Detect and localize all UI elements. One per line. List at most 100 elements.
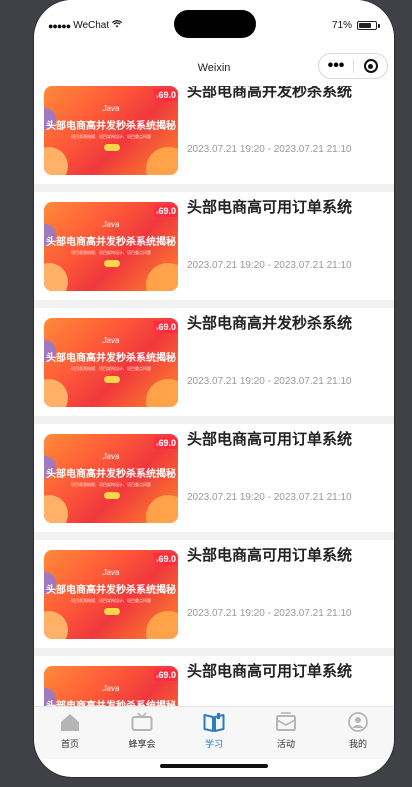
dynamic-island [174,10,256,38]
decoration-shape [44,495,68,523]
tab-label: 蜂享会 [128,739,156,749]
price-badge: ¥69.0 [154,437,178,449]
tab-study[interactable]: 学习 [178,707,250,759]
thumbnail-language: Java [102,568,120,577]
course-card[interactable]: ¥69.0 Java 头部电商高并发秒杀系统揭秘项目背景梳理、项目架构设计、项目重点… [34,308,394,416]
course-time: 2023.07.21 19:20 - 2023.07.21 21:10 [187,492,352,503]
status-right: 71% [332,20,380,31]
thumbnail-subtitle: 项目背景梳理、项目架构设计、项目重点问题 [71,134,151,139]
decoration-shape [44,263,68,291]
price-value: 69.0 [158,670,176,680]
mascot-graphic [104,492,120,499]
wifi-icon [112,20,123,31]
tab-home[interactable]: 首页 [34,707,106,759]
battery-icon [357,21,377,30]
tab-label: 首页 [60,739,79,749]
course-card[interactable]: ¥69.0 Java 头部电商高并发秒杀系统揭秘项目背景梳理、项目架构设计、项目重点… [34,192,394,300]
status-left: ●●●●● WeChat [48,20,123,31]
miniprogram-capsule: ••• [318,53,388,79]
price-value: 69.0 [158,206,176,216]
course-time: 2023.07.21 19:20 - 2023.07.21 21:10 [187,260,352,271]
course-card[interactable]: ¥69.0 Java 头部电商高并发秒杀系统揭秘项目背景梳理、项目架构设计、项目重点… [34,86,394,184]
decoration-shape [146,379,178,407]
price-badge: ¥69.0 [154,89,178,101]
thumbnail-headline: 头部电商高并发秒杀系统揭秘 [46,237,176,248]
course-time: 2023.07.21 19:20 - 2023.07.21 21:10 [187,144,352,155]
mascot-graphic [104,144,120,151]
home-icon [61,714,79,731]
course-thumbnail: ¥69.0 Java 头部电商高并发秒杀系统揭秘项目背景梳理、项目架构设计、项目重点… [44,318,178,407]
thumbnail-headline: 头部电商高并发秒杀系统揭秘 [46,469,176,480]
price-value: 69.0 [158,438,176,448]
thumbnail-subtitle: 项目背景梳理、项目架构设计、项目重点问题 [71,598,151,603]
signal-icon: ●●●●● [48,20,71,31]
thumbnail-language: Java [102,104,120,113]
tab-label: 我的 [348,739,367,749]
mascot-graphic [104,608,120,615]
course-card[interactable]: ¥69.0Java头部电商高并发秒杀系统揭秘项目背景梳理、项目架构设计、项目重点… [34,656,394,706]
course-thumbnail: ¥69.0 Java 头部电商高并发秒杀系统揭秘项目背景梳理、项目架构设计、项目重点… [44,202,178,291]
thumbnail-headline: 头部电商高并发秒杀系统揭秘 [44,697,178,706]
decoration-shape [44,147,68,175]
tab-mine[interactable]: 我的 [322,707,394,759]
thumbnail-subtitle: 项目背景梳理、项目架构设计、项目重点问题 [71,250,151,255]
thumbnail-headline: 头部电商高并发秒杀系统揭秘 [46,585,176,596]
nav-bar: Weixin ••• [34,46,394,86]
course-title: 头部电商高可用订单系统 [187,431,353,448]
thumbnail-headline: 头部电商高并发秒杀系统揭秘 [46,353,176,364]
course-thumbnail: ¥69.0 Java 头部电商高并发秒杀系统揭秘项目背景梳理、项目架构设计、项目重点… [44,86,178,175]
battery-percent: 71% [331,20,352,31]
tab-bar: 首页 蜂享会 学习 活动 我的 [34,706,394,759]
price-badge: ¥69.0 [154,321,178,333]
close-miniprogram-button[interactable] [354,59,387,73]
course-title: 头部电商高可用订单系统 [187,199,353,216]
course-thumbnail: ¥69.0 Java 头部电商高并发秒杀系统揭秘项目背景梳理、项目架构设计、项目重点… [44,434,178,523]
decoration-shape [146,495,178,523]
course-thumbnail: ¥69.0 Java 头部电商高并发秒杀系统揭秘项目背景梳理、项目架构设计、项目重点… [44,550,178,639]
battery-tip-icon [378,23,380,28]
course-thumbnail: ¥69.0Java头部电商高并发秒杀系统揭秘项目背景梳理、项目架构设计、项目重点… [44,666,178,706]
target-icon [363,59,378,73]
thumbnail-subtitle: 项目背景梳理、项目架构设计、项目重点问题 [71,366,151,371]
book-icon [203,713,225,732]
mascot-graphic [104,376,120,383]
decoration-shape [44,611,68,639]
profile-icon [348,712,368,732]
course-title: 头部电商高可用订单系统 [187,663,353,680]
thumbnail-language: Java [102,220,120,229]
tab-activity[interactable]: 活动 [250,707,322,759]
home-indicator [160,764,268,768]
course-time: 2023.07.21 19:20 - 2023.07.21 21:10 [187,376,352,387]
price-value: 69.0 [158,554,176,564]
thumbnail-language: Java [102,684,120,693]
thumbnail-subtitle: 项目背景梳理、项目架构设计、项目重点问题 [71,482,151,487]
course-card[interactable]: ¥69.0 Java 头部电商高并发秒杀系统揭秘项目背景梳理、项目架构设计、项目重点… [34,424,394,532]
envelope-icon [276,712,296,731]
price-value: 69.0 [158,90,176,100]
price-badge: ¥69.0 [154,669,178,681]
price-badge: ¥69.0 [154,553,178,565]
carrier-label: WeChat [73,20,110,31]
tv-icon [131,712,153,731]
course-title: 头部电商高并发秒杀系统 [187,315,353,332]
thumbnail-headline: 头部电商高并发秒杀系统揭秘 [46,121,176,132]
price-value: 69.0 [158,322,176,332]
price-badge: ¥69.0 [154,205,178,217]
phone-frame: ●●●●● WeChat 71% Weixin ••• ¥69.0 Java 头部电… [34,0,394,777]
course-title: 头部电商高并发秒杀系统 [187,86,353,100]
tab-label: 学习 [204,739,223,749]
decoration-shape [146,263,178,291]
course-card[interactable]: ¥69.0 Java 头部电商高并发秒杀系统揭秘项目背景梳理、项目架构设计、项目重点… [34,540,394,648]
course-list[interactable]: ¥69.0 Java 头部电商高并发秒杀系统揭秘 项目背景梳理、项目架构设计、项目重点… [34,86,394,706]
more-icon[interactable]: ••• [319,58,353,74]
course-time: 2023.07.21 19:20 - 2023.07.21 21:10 [187,608,352,619]
mascot-graphic [104,260,120,267]
decoration-shape [146,611,178,639]
thumbnail-language: Java [102,336,120,345]
decoration-shape [146,147,178,175]
decoration-shape [44,379,68,407]
tab-fengxianghui[interactable]: 蜂享会 [106,707,178,759]
course-title: 头部电商高可用订单系统 [187,547,353,564]
tab-label: 活动 [276,739,295,749]
thumbnail-language: Java [102,452,120,461]
